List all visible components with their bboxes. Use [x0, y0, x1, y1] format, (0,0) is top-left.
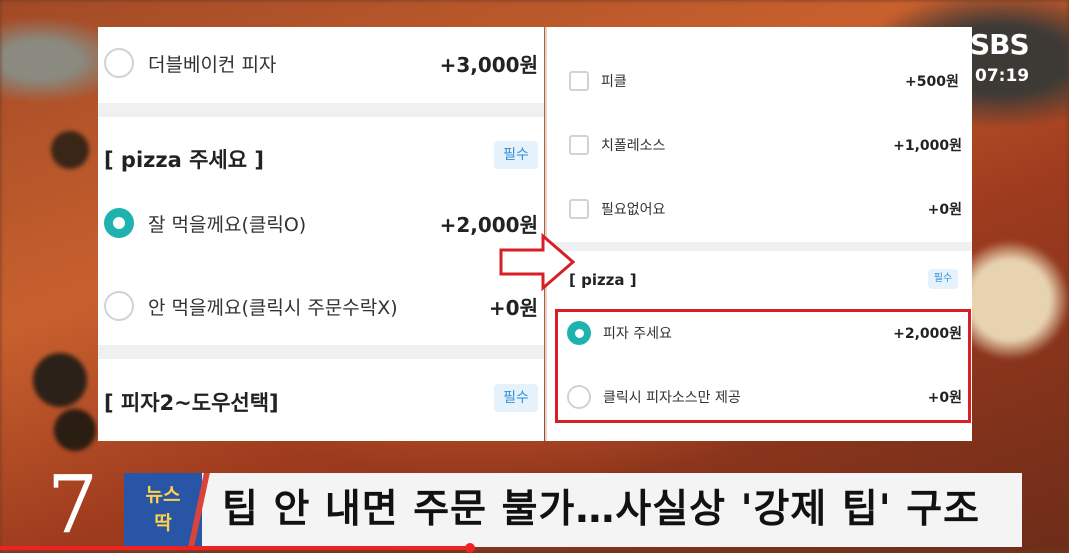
option-price: +1,000원	[893, 138, 962, 154]
sbs-logo: SBS	[970, 28, 1030, 61]
badge-line2: 딱	[154, 512, 172, 534]
option-price: +3,000원	[439, 52, 538, 77]
option-label: 잘 먹을께요(클릭O)	[148, 213, 307, 236]
radio-unselected-icon[interactable]	[104, 291, 134, 321]
checkbox-icon[interactable]	[569, 71, 589, 91]
option-price: +0원	[927, 202, 962, 218]
option-eat[interactable]: 잘 먹을께요(클릭O) +2,000원	[98, 205, 544, 241]
section-divider	[547, 242, 972, 251]
option-price: +0원	[488, 295, 538, 320]
option-not-eat[interactable]: 안 먹을께요(클릭시 주문수락X) +0원	[98, 288, 544, 324]
section-divider	[98, 345, 544, 359]
option-label: 필요없어요	[601, 202, 666, 218]
arrow-right-icon	[499, 232, 576, 292]
check-option[interactable]: 치폴레소스 +1,000원	[547, 133, 972, 157]
checkbox-icon[interactable]	[569, 135, 589, 155]
section-title: [ pizza ]	[569, 271, 637, 289]
section-title: [ pizza 주세요 ]	[104, 148, 264, 172]
option-label: 치폴레소스	[601, 138, 666, 154]
option-label: 피클	[601, 74, 627, 90]
news-number: 7	[47, 458, 98, 551]
section-divider	[98, 103, 544, 117]
section-title: [ 피자2~도우선택]	[104, 391, 279, 415]
radio-unselected-icon[interactable]	[104, 48, 134, 78]
option-label: 안 먹을께요(클릭시 주문수락X)	[148, 296, 398, 319]
option-double-bacon[interactable]: 더블베이컨 피자 +3,000원	[98, 45, 544, 81]
required-badge: 필수	[494, 141, 538, 169]
video-progress-bar[interactable]	[0, 546, 470, 550]
broadcast-time: 07:19	[975, 66, 1030, 86]
required-badge: 필수	[928, 269, 958, 289]
highlight-box	[555, 309, 971, 423]
left-order-screenshot: 더블베이컨 피자 +3,000원 [ pizza 주세요 ] 필수 잘 먹을께요…	[98, 27, 544, 441]
checkbox-icon[interactable]	[569, 199, 589, 219]
progress-handle[interactable]	[465, 543, 475, 553]
badge-line1: 뉴스	[145, 484, 181, 506]
required-badge: 필수	[494, 384, 538, 412]
headline: 팁 안 내면 주문 불가…사실상 '강제 팁' 구조	[222, 487, 981, 532]
radio-selected-icon[interactable]	[104, 208, 134, 238]
pickle-price: +500원	[905, 74, 959, 90]
option-label: 더블베이컨 피자	[148, 53, 277, 76]
check-option[interactable]: 필요없어요 +0원	[547, 197, 972, 221]
